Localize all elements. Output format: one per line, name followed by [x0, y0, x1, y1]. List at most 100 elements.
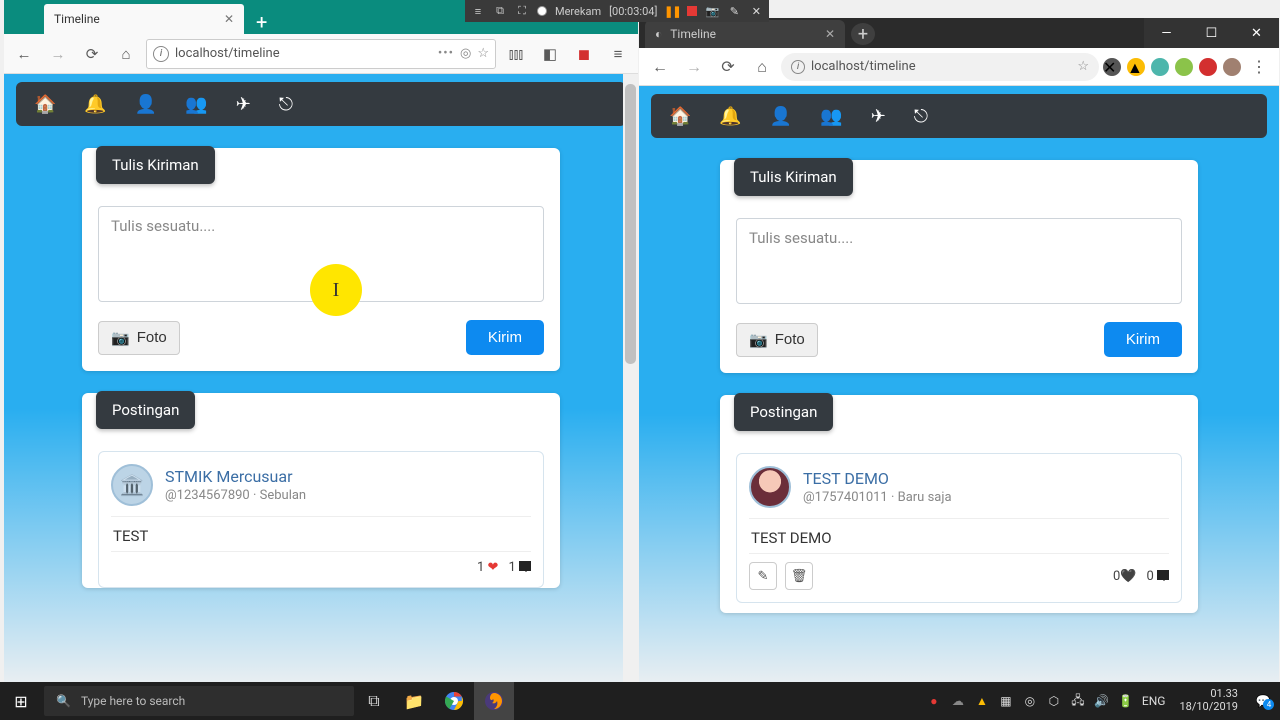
browser-tab[interactable]: Timeline ✕: [44, 4, 244, 34]
forward-button[interactable]: →: [679, 52, 709, 82]
nav-home-icon[interactable]: 🏠: [669, 106, 691, 127]
menu-button[interactable]: ⋮: [1245, 57, 1273, 76]
post-author[interactable]: TEST DEMO: [803, 469, 952, 488]
screenshot-icon[interactable]: 📷: [705, 4, 719, 18]
post-footer: 1 ❤ 1: [111, 551, 531, 575]
tray-icon[interactable]: ⬡: [1046, 693, 1062, 709]
record-icon[interactable]: [537, 6, 547, 16]
like-count[interactable]: 1 ❤: [477, 560, 498, 575]
tray-language[interactable]: ENG: [1142, 694, 1166, 708]
extension-icon[interactable]: ◼: [570, 40, 598, 68]
tray-record-icon[interactable]: ●: [926, 693, 942, 709]
posts-card: Postingan TEST DEMO @1757401011 · Baru s…: [720, 395, 1198, 613]
sidebar-icon[interactable]: ◧: [536, 40, 564, 68]
like-count[interactable]: 0🖤: [1113, 569, 1137, 584]
nav-user-icon[interactable]: 👤: [770, 106, 792, 127]
submit-button[interactable]: Kirim: [1104, 322, 1182, 357]
extension-icon[interactable]: [1175, 58, 1193, 76]
nav-logout-icon[interactable]: ⎋: [279, 94, 293, 115]
post-body: TEST: [111, 517, 531, 551]
start-button[interactable]: ⊞: [0, 682, 42, 720]
firefox-icon[interactable]: [474, 682, 514, 720]
site-info-icon[interactable]: i: [791, 60, 805, 74]
window-controls: [1144, 18, 1279, 48]
nav-send-icon[interactable]: ✈: [871, 106, 886, 127]
extension-icon[interactable]: [1199, 58, 1217, 76]
reload-button[interactable]: ⟳: [78, 40, 106, 68]
nav-user-icon[interactable]: 👤: [135, 94, 157, 115]
nav-logout-icon[interactable]: ⎋: [914, 106, 928, 127]
back-button[interactable]: ←: [645, 52, 675, 82]
comment-count[interactable]: 0: [1146, 569, 1169, 584]
nav-bell-icon[interactable]: 🔔: [84, 94, 106, 115]
extension-icon[interactable]: [1151, 58, 1169, 76]
extension-icon[interactable]: ▲: [1127, 58, 1145, 76]
action-center-icon[interactable]: 💬4: [1246, 682, 1280, 720]
stop-icon[interactable]: [687, 6, 697, 16]
browser-tab[interactable]: ◐ Timeline ✕: [645, 20, 845, 48]
chrome-icon[interactable]: [434, 682, 474, 720]
delete-button[interactable]: 🗑: [785, 562, 813, 590]
avatar[interactable]: [749, 466, 791, 508]
taskbar-search[interactable]: 🔍 Type here to search: [44, 686, 354, 716]
address-bar[interactable]: i localhost/timeline ••• ◎ ☆: [146, 39, 496, 69]
back-button[interactable]: ←: [10, 40, 38, 68]
task-view-icon[interactable]: ⧉: [354, 682, 394, 720]
nav-send-icon[interactable]: ✈: [236, 94, 251, 115]
address-bar[interactable]: i localhost/timeline ☆: [781, 53, 1099, 81]
reload-button[interactable]: ⟳: [713, 52, 743, 82]
extension-icon[interactable]: ✕: [1103, 58, 1121, 76]
tray-onedrive-icon[interactable]: ☁: [950, 693, 966, 709]
page-actions-icon[interactable]: •••: [438, 46, 454, 61]
post-meta: @1234567890 · Sebulan: [165, 488, 306, 503]
tray-volume-icon[interactable]: 🔊: [1094, 693, 1110, 709]
scrollbar[interactable]: [623, 74, 638, 682]
minimize-button[interactable]: [1144, 18, 1189, 48]
recorder-close-icon[interactable]: ✕: [749, 4, 763, 18]
nav-users-icon[interactable]: 👥: [185, 94, 207, 115]
home-button[interactable]: ⌂: [747, 52, 777, 82]
post-meta: @1757401011 · Baru saja: [803, 490, 952, 505]
tray-icon[interactable]: ▦: [998, 693, 1014, 709]
photo-label: Foto: [137, 329, 167, 346]
nav-home-icon[interactable]: 🏠: [34, 94, 56, 115]
comment-count[interactable]: 1: [508, 560, 531, 575]
taskbar-clock[interactable]: 01.33 18/10/2019: [1171, 688, 1246, 713]
home-button[interactable]: ⌂: [112, 40, 140, 68]
photo-button[interactable]: 📷 Foto: [98, 321, 180, 355]
tab-close-icon[interactable]: ✕: [825, 27, 835, 41]
window-close-button[interactable]: [1234, 18, 1279, 48]
maximize-button[interactable]: [1189, 18, 1234, 48]
forward-button[interactable]: →: [44, 40, 72, 68]
tray-drive-icon[interactable]: ▲: [974, 693, 990, 709]
file-explorer-icon[interactable]: 📁: [394, 682, 434, 720]
photo-button[interactable]: 📷 Foto: [736, 323, 818, 357]
recorder-region-icon[interactable]: ⧉: [493, 4, 507, 18]
nav-users-icon[interactable]: 👥: [820, 106, 842, 127]
edit-button[interactable]: ✎: [749, 562, 777, 590]
new-tab-button[interactable]: +: [244, 10, 279, 34]
tray-icon[interactable]: ◎: [1022, 693, 1038, 709]
submit-button[interactable]: Kirim: [466, 320, 544, 355]
tray-battery-icon[interactable]: 🔋: [1118, 693, 1134, 709]
recorder-elapsed: [00:03:04]: [609, 5, 657, 18]
tray-network-icon[interactable]: 🖧: [1070, 693, 1086, 709]
screen-recorder-bar: ≡ ⧉ ⛶ Merekam [00:03:04] ❚❚ 📷 ✎ ✕: [465, 0, 769, 22]
cursor-highlight: I: [310, 264, 362, 316]
bookmark-star-icon[interactable]: ☆: [1077, 59, 1089, 74]
new-tab-button[interactable]: +: [851, 23, 875, 45]
tab-close-icon[interactable]: ✕: [224, 12, 234, 26]
annotate-icon[interactable]: ✎: [727, 4, 741, 18]
site-info-icon[interactable]: i: [153, 46, 169, 62]
pause-icon[interactable]: ❚❚: [665, 4, 679, 18]
library-icon[interactable]: ⫾⫾⫾: [502, 40, 530, 68]
avatar[interactable]: 🏛️: [111, 464, 153, 506]
nav-bell-icon[interactable]: 🔔: [719, 106, 741, 127]
post-author[interactable]: STMIK Mercusuar: [165, 467, 306, 486]
compose-textarea[interactable]: [736, 218, 1182, 304]
recorder-crop-icon[interactable]: ⛶: [515, 4, 529, 18]
menu-button[interactable]: ≡: [604, 40, 632, 68]
bookmark-star-icon[interactable]: ☆: [477, 46, 489, 61]
avatar-icon[interactable]: [1223, 58, 1241, 76]
tracking-protection-icon[interactable]: ◎: [460, 46, 471, 61]
